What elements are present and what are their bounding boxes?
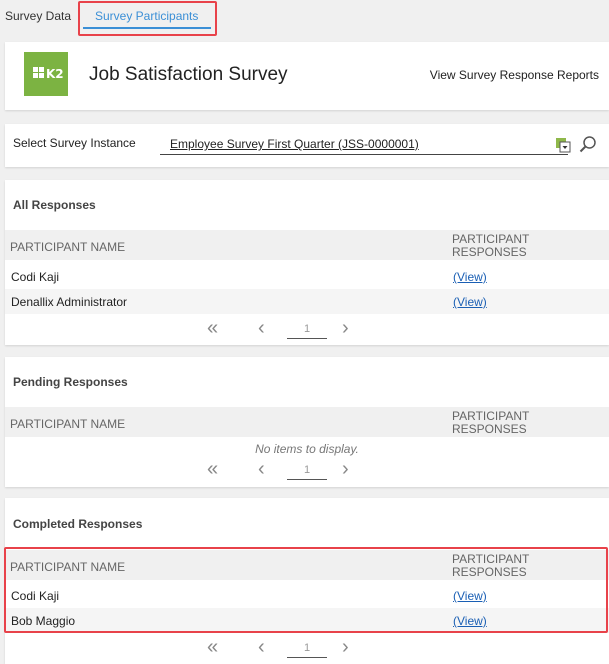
next-page-icon[interactable]: ›	[342, 318, 349, 338]
col-participant-name[interactable]: PARTICIPANT NAME	[10, 240, 125, 254]
search-icon[interactable]	[579, 135, 597, 153]
table-row[interactable]: Codi Kaji (View)	[5, 583, 609, 608]
section-title: All Responses	[13, 198, 96, 212]
col-participant-responses[interactable]: PARTICIPANT RESPONSES	[452, 233, 562, 259]
section-title: Completed Responses	[13, 517, 143, 531]
logo-grid-icon	[33, 67, 45, 79]
tab-highlight-box	[78, 1, 217, 36]
tab-bar: Survey Data Survey Participants	[0, 0, 609, 36]
prev-page-icon[interactable]: ‹	[258, 459, 265, 479]
select-label: Select Survey Instance	[13, 136, 136, 150]
survey-header: K2 Job Satisfaction Survey View Survey R…	[5, 42, 609, 110]
k2-logo: K2	[24, 52, 68, 96]
col-participant-responses[interactable]: PARTICIPANT RESPONSES	[452, 553, 562, 579]
col-participant-responses[interactable]: PARTICIPANT RESPONSES	[452, 410, 562, 436]
page-number-input[interactable]: 1	[287, 460, 327, 480]
completed-responses-panel: Completed Responses PARTICIPANT NAME PAR…	[5, 498, 609, 664]
tab-survey-data[interactable]: Survey Data	[5, 9, 71, 23]
participant-name: Codi Kaji	[11, 589, 60, 603]
page-number-input[interactable]: 1	[287, 319, 327, 339]
survey-instance-dropdown[interactable]: Employee Survey First Quarter (JSS-00000…	[160, 132, 568, 155]
prev-page-icon[interactable]: ‹	[258, 318, 265, 338]
first-page-icon[interactable]: «	[207, 318, 218, 338]
participant-name: Denallix Administrator	[11, 295, 128, 309]
prev-page-icon[interactable]: ‹	[258, 637, 265, 657]
participant-name: Bob Maggio	[11, 614, 76, 628]
first-page-icon[interactable]: «	[207, 459, 218, 479]
pagination: « ‹ 1 ›	[205, 637, 365, 659]
pending-responses-panel: Pending Responses PARTICIPANT NAME PARTI…	[5, 357, 609, 487]
table-header: PARTICIPANT NAME PARTICIPANT RESPONSES	[5, 550, 609, 580]
view-link[interactable]: (View)	[453, 295, 487, 309]
pagination: « ‹ 1 ›	[205, 318, 365, 340]
empty-message: No items to display.	[255, 442, 359, 456]
table-header: PARTICIPANT NAME PARTICIPANT RESPONSES	[5, 230, 609, 260]
table-row[interactable]: Codi Kaji (View)	[5, 264, 609, 289]
selected-instance: Employee Survey First Quarter (JSS-00000…	[170, 137, 419, 151]
section-title: Pending Responses	[13, 375, 128, 389]
table-row[interactable]: Denallix Administrator (View)	[5, 289, 609, 314]
page-number-input[interactable]: 1	[287, 638, 327, 658]
next-page-icon[interactable]: ›	[342, 637, 349, 657]
view-link[interactable]: (View)	[453, 614, 487, 628]
logo-text: K2	[46, 67, 64, 81]
col-participant-name[interactable]: PARTICIPANT NAME	[10, 417, 125, 431]
next-page-icon[interactable]: ›	[342, 459, 349, 479]
table-row[interactable]: Bob Maggio (View)	[5, 608, 609, 633]
dropdown-list-icon[interactable]	[555, 137, 571, 153]
col-participant-name[interactable]: PARTICIPANT NAME	[10, 560, 125, 574]
view-link[interactable]: (View)	[453, 589, 487, 603]
view-link[interactable]: (View)	[453, 270, 487, 284]
survey-instance-selector: Select Survey Instance Employee Survey F…	[5, 124, 609, 167]
pagination: « ‹ 1 ›	[205, 459, 365, 481]
page-title: Job Satisfaction Survey	[89, 64, 288, 85]
view-reports-link[interactable]: View Survey Response Reports	[430, 68, 599, 82]
participant-name: Codi Kaji	[11, 270, 60, 284]
all-responses-panel: All Responses PARTICIPANT NAME PARTICIPA…	[5, 180, 609, 345]
table-header: PARTICIPANT NAME PARTICIPANT RESPONSES	[5, 407, 609, 437]
first-page-icon[interactable]: «	[207, 637, 218, 657]
